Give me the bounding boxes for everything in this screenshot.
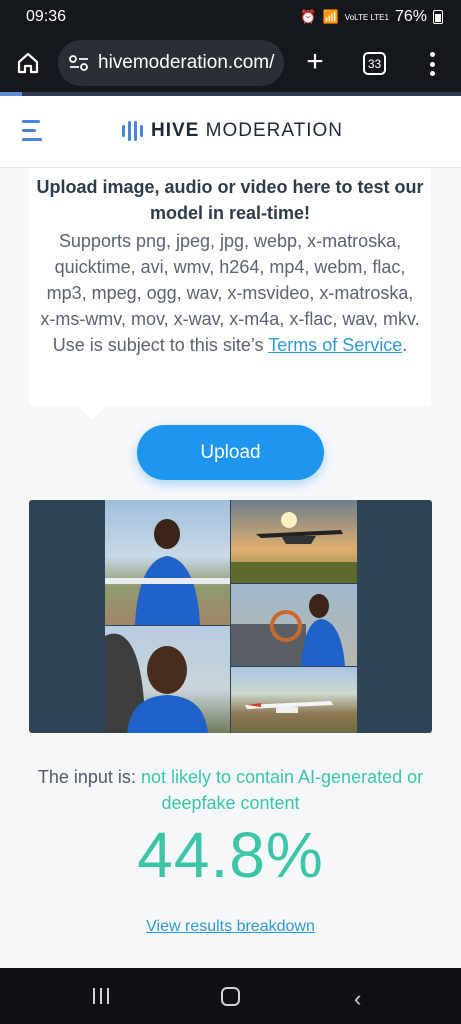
battery-percent: 76% <box>394 8 427 25</box>
network-label: VoLTE LTE1 <box>344 12 389 22</box>
wifi-icon: 📶 <box>322 9 339 24</box>
battery-icon <box>433 10 443 24</box>
ai-probability-score: 44.8% <box>137 819 324 891</box>
status-time: 09:36 <box>26 8 67 25</box>
upload-card-title: Upload image, audio or video here to tes… <box>36 177 424 223</box>
more-menu-icon[interactable] <box>424 50 440 78</box>
tab-switcher-button[interactable]: 33 <box>363 52 386 75</box>
status-bar: 09:36 ⏰ 📶 VoLTE LTE1 76% <box>0 0 461 34</box>
preview-photo-plane-aerial <box>231 667 357 733</box>
site-header: HIVE MODERATION <box>0 96 461 168</box>
hive-logo-text: HIVE MODERATION <box>151 120 344 141</box>
result-text: The input is: not likely to contain AI-g… <box>0 764 461 816</box>
preview-photo-girl-smiling <box>105 500 230 625</box>
result-verdict: not likely to contain AI-generated or de… <box>140 767 424 813</box>
supported-formats-text: Supports png, jpeg, jpg, webp, x-matrosk… <box>40 231 420 355</box>
preview-photo-girl-portrait <box>105 626 230 733</box>
site-settings-icon[interactable] <box>68 54 90 72</box>
preview-photo-girl-cockpit <box>231 584 357 666</box>
system-navigation-bar: ‹ <box>0 968 461 1024</box>
home-nav-icon[interactable] <box>221 987 240 1006</box>
recent-apps-icon[interactable] <box>93 988 109 1004</box>
upload-button[interactable]: Upload <box>137 425 324 480</box>
url-text: hivemoderation.com/ <box>98 52 275 73</box>
alarm-icon: ⏰ <box>300 9 317 24</box>
uploaded-image-preview <box>29 500 432 733</box>
new-tab-plus-icon[interactable]: + <box>300 47 330 78</box>
card-pointer <box>78 406 106 420</box>
status-icons: ⏰ 📶 VoLTE LTE1 76% <box>300 8 443 26</box>
browser-toolbar: hivemoderation.com/ + 33 <box>0 34 461 92</box>
hamburger-menu-icon[interactable] <box>22 120 44 144</box>
terms-of-service-link[interactable]: Terms of Service <box>268 335 402 355</box>
back-icon[interactable]: ‹ <box>354 986 361 1012</box>
hive-logo-icon <box>122 120 143 142</box>
upload-card: Upload image, audio or video here to tes… <box>29 168 431 406</box>
hive-logo[interactable]: HIVE MODERATION <box>122 120 343 142</box>
result-prefix: The input is: <box>37 767 141 787</box>
address-bar[interactable]: hivemoderation.com/ <box>58 40 284 86</box>
home-icon[interactable] <box>11 46 45 80</box>
preview-photo-plane-sunset <box>231 500 357 583</box>
view-results-breakdown-link[interactable]: View results breakdown <box>0 918 461 936</box>
